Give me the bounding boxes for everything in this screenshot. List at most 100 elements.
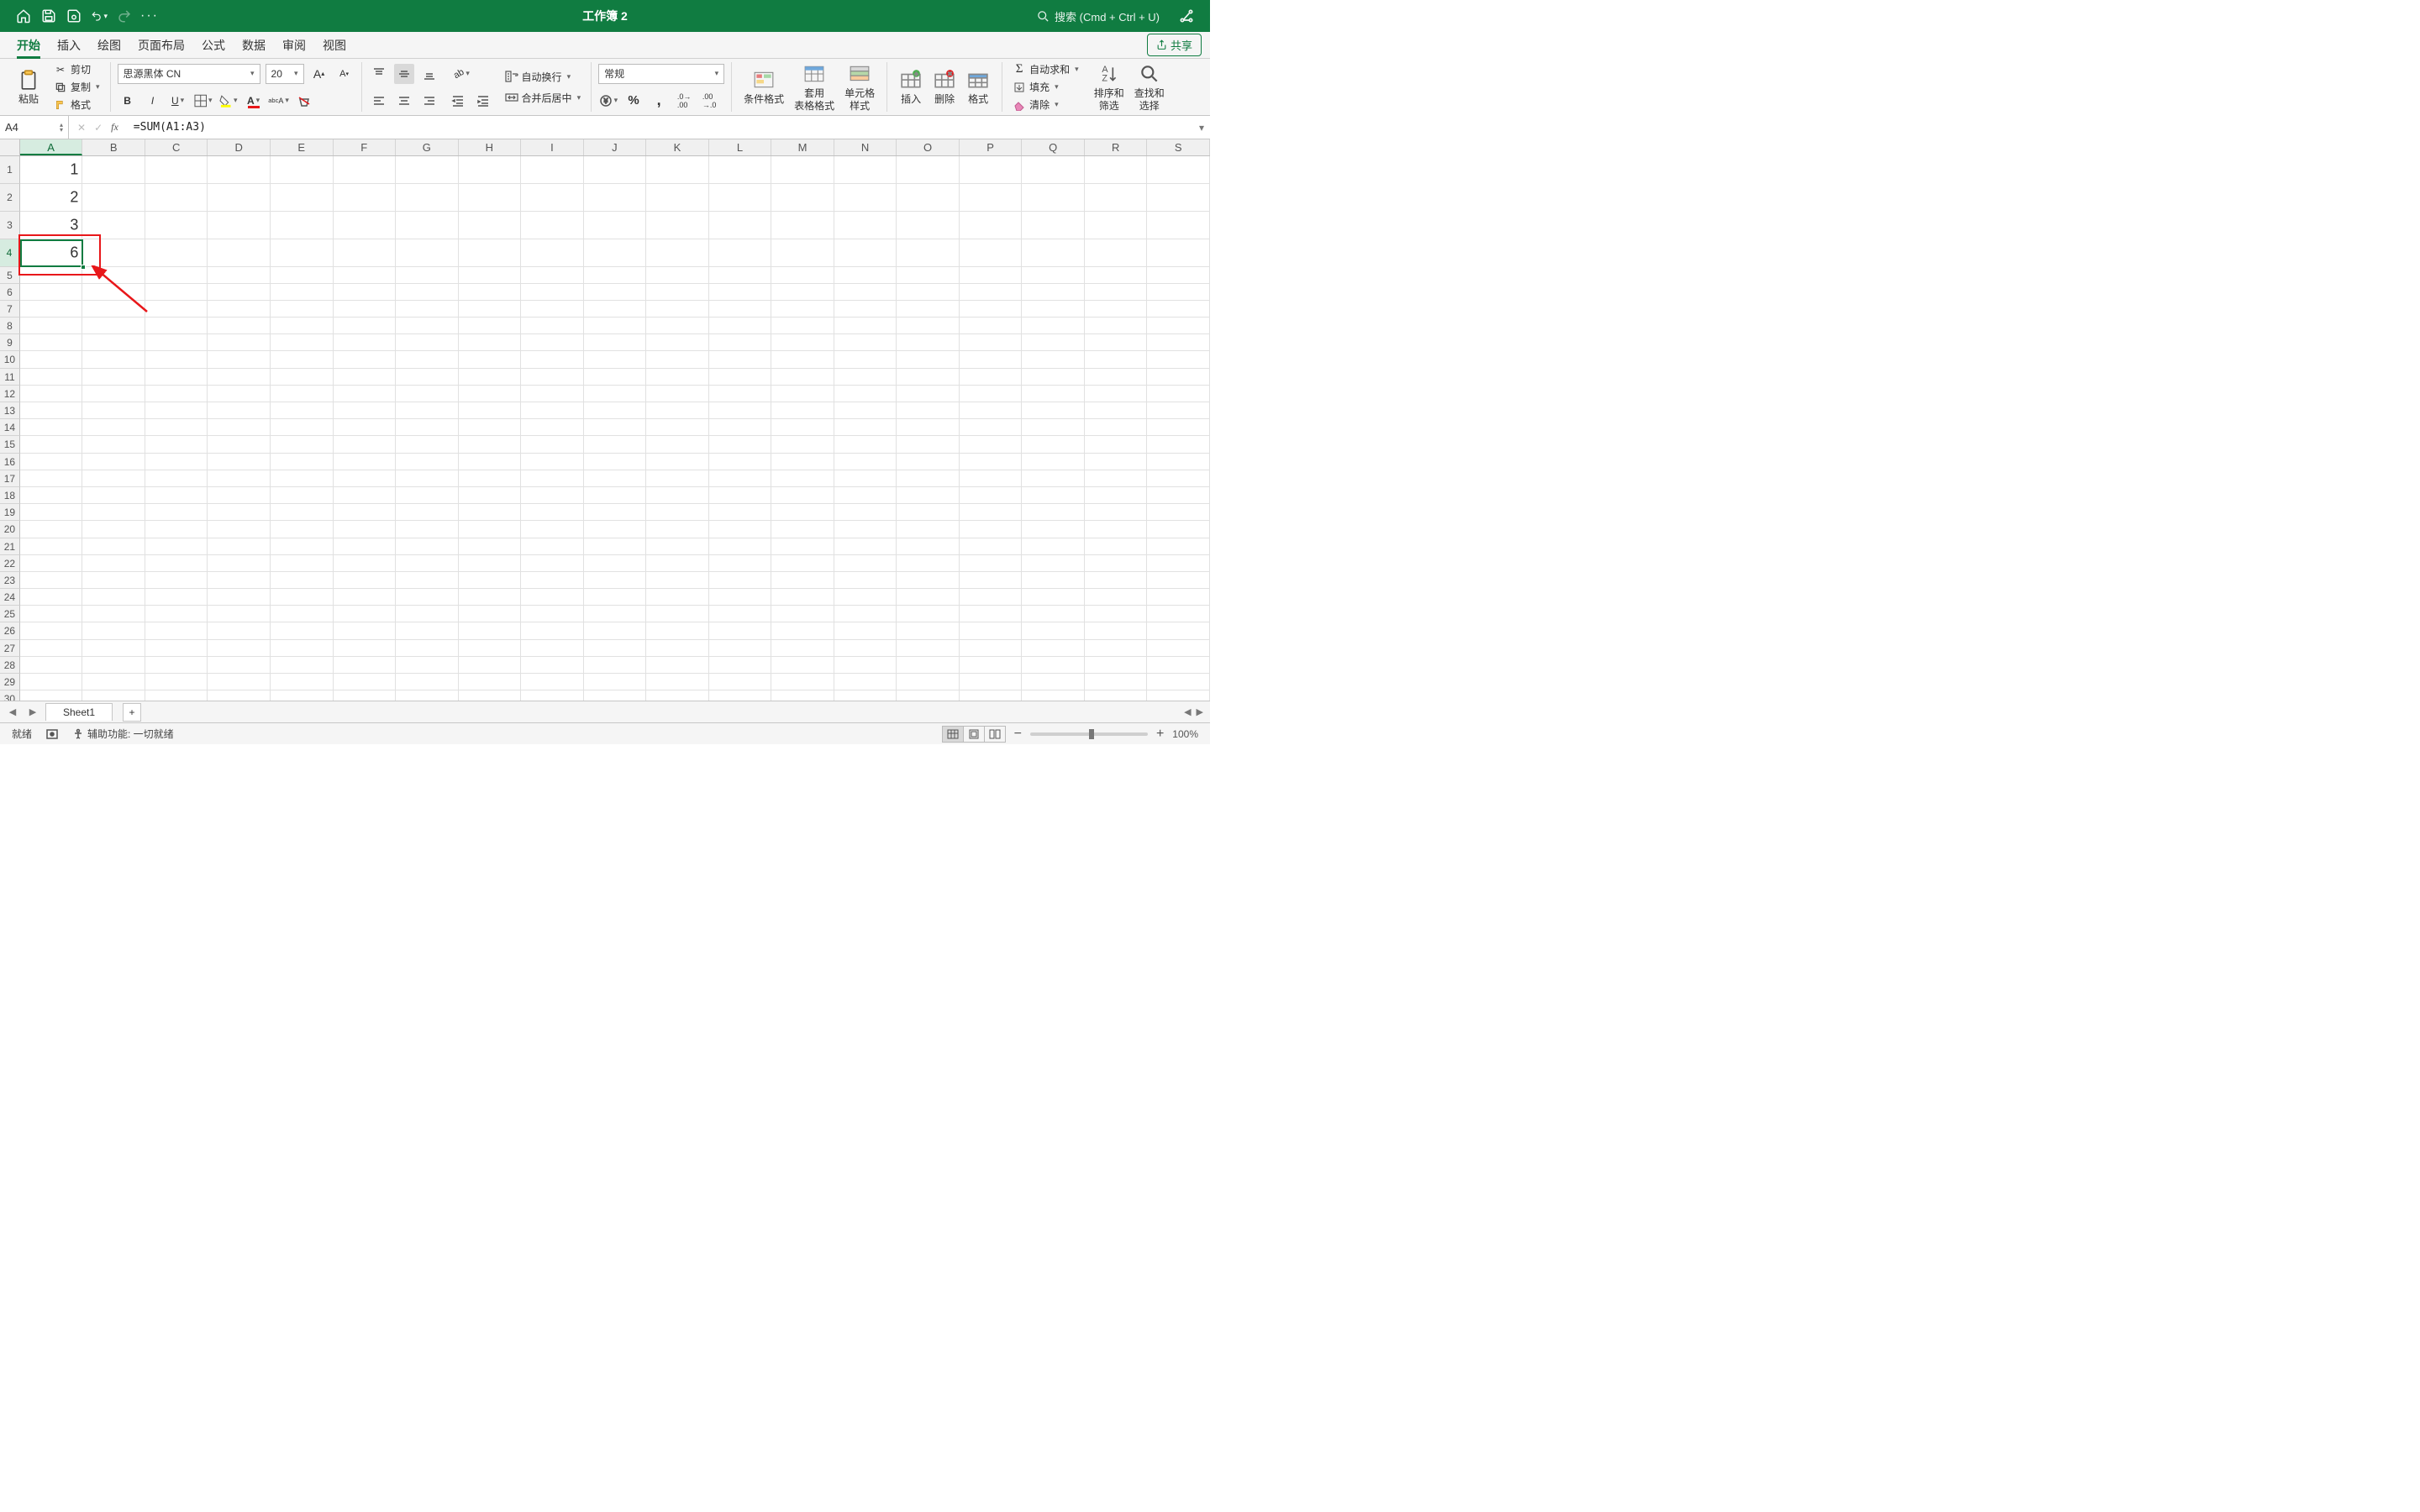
cell-R19[interactable] xyxy=(1085,504,1148,521)
cell-L10[interactable] xyxy=(709,351,772,368)
cell-D18[interactable] xyxy=(208,487,271,504)
cell-J13[interactable] xyxy=(584,402,647,419)
cell-C16[interactable] xyxy=(145,454,208,470)
cell-L7[interactable] xyxy=(709,301,772,318)
cell-E25[interactable] xyxy=(271,606,334,622)
autosave-icon[interactable] xyxy=(66,8,82,24)
cell-L8[interactable] xyxy=(709,318,772,334)
cell-A17[interactable] xyxy=(20,470,83,487)
cell-J14[interactable] xyxy=(584,419,647,436)
cell-F8[interactable] xyxy=(334,318,397,334)
cell-A18[interactable] xyxy=(20,487,83,504)
cell-I18[interactable] xyxy=(521,487,584,504)
cell-Q1[interactable] xyxy=(1022,156,1085,184)
cell-R28[interactable] xyxy=(1085,657,1148,674)
cell-O18[interactable] xyxy=(897,487,960,504)
underline-button[interactable]: U▾ xyxy=(168,91,188,111)
cell-J26[interactable] xyxy=(584,622,647,639)
cell-A24[interactable] xyxy=(20,589,83,606)
cell-O15[interactable] xyxy=(897,436,960,453)
cell-N25[interactable] xyxy=(834,606,897,622)
cell-M18[interactable] xyxy=(771,487,834,504)
cell-C25[interactable] xyxy=(145,606,208,622)
font-color-button[interactable]: A▾ xyxy=(244,91,264,111)
cell-N13[interactable] xyxy=(834,402,897,419)
cell-O11[interactable] xyxy=(897,369,960,386)
cell-F5[interactable] xyxy=(334,267,397,284)
cell-A8[interactable] xyxy=(20,318,83,334)
cell-C21[interactable] xyxy=(145,538,208,555)
cell-K27[interactable] xyxy=(646,640,709,657)
cell-C15[interactable] xyxy=(145,436,208,453)
cell-D29[interactable] xyxy=(208,674,271,690)
cell-H10[interactable] xyxy=(459,351,522,368)
formula-input[interactable]: =SUM(A1:A3) xyxy=(127,121,1193,134)
cell-L21[interactable] xyxy=(709,538,772,555)
cell-L17[interactable] xyxy=(709,470,772,487)
namebox-spinner[interactable]: ▴▾ xyxy=(60,123,63,133)
cell-E29[interactable] xyxy=(271,674,334,690)
comma-button[interactable]: , xyxy=(649,91,669,111)
wrap-text-button[interactable]: 自动换行▾ xyxy=(502,70,585,84)
cell-M19[interactable] xyxy=(771,504,834,521)
cell-N10[interactable] xyxy=(834,351,897,368)
cell-J19[interactable] xyxy=(584,504,647,521)
cell-Q16[interactable] xyxy=(1022,454,1085,470)
cell-G14[interactable] xyxy=(396,419,459,436)
cell-F4[interactable] xyxy=(334,239,397,267)
cell-A21[interactable] xyxy=(20,538,83,555)
fill-handle[interactable] xyxy=(81,265,86,270)
cell-H2[interactable] xyxy=(459,184,522,212)
cell-P7[interactable] xyxy=(960,301,1023,318)
cell-D20[interactable] xyxy=(208,521,271,538)
increase-indent-button[interactable] xyxy=(473,91,493,111)
cell-D13[interactable] xyxy=(208,402,271,419)
cell-O17[interactable] xyxy=(897,470,960,487)
undo-icon[interactable]: ▾ xyxy=(91,8,108,24)
view-normal[interactable] xyxy=(942,726,964,743)
cell-E5[interactable] xyxy=(271,267,334,284)
cell-M22[interactable] xyxy=(771,555,834,572)
more-icon[interactable]: ··· xyxy=(141,8,158,24)
cell-R12[interactable] xyxy=(1085,386,1148,402)
cell-N20[interactable] xyxy=(834,521,897,538)
cell-L6[interactable] xyxy=(709,284,772,301)
cell-H16[interactable] xyxy=(459,454,522,470)
cell-B2[interactable] xyxy=(82,184,145,212)
cell-I16[interactable] xyxy=(521,454,584,470)
name-box[interactable]: A4 ▴▾ xyxy=(0,116,69,139)
cell-O5[interactable] xyxy=(897,267,960,284)
cell-L12[interactable] xyxy=(709,386,772,402)
cell-C26[interactable] xyxy=(145,622,208,639)
cell-C7[interactable] xyxy=(145,301,208,318)
row-header-14[interactable]: 14 xyxy=(0,419,20,436)
cell-I4[interactable] xyxy=(521,239,584,267)
cell-A6[interactable] xyxy=(20,284,83,301)
cell-R25[interactable] xyxy=(1085,606,1148,622)
cell-Q29[interactable] xyxy=(1022,674,1085,690)
cell-R20[interactable] xyxy=(1085,521,1148,538)
cell-E14[interactable] xyxy=(271,419,334,436)
cell-J17[interactable] xyxy=(584,470,647,487)
cell-L27[interactable] xyxy=(709,640,772,657)
cell-Q17[interactable] xyxy=(1022,470,1085,487)
cell-N8[interactable] xyxy=(834,318,897,334)
col-header-O[interactable]: O xyxy=(897,139,960,155)
cell-R22[interactable] xyxy=(1085,555,1148,572)
cell-C20[interactable] xyxy=(145,521,208,538)
cell-N27[interactable] xyxy=(834,640,897,657)
cell-R10[interactable] xyxy=(1085,351,1148,368)
cell-P26[interactable] xyxy=(960,622,1023,639)
cell-I29[interactable] xyxy=(521,674,584,690)
cell-I21[interactable] xyxy=(521,538,584,555)
cell-P18[interactable] xyxy=(960,487,1023,504)
cell-I25[interactable] xyxy=(521,606,584,622)
cell-L19[interactable] xyxy=(709,504,772,521)
cell-C5[interactable] xyxy=(145,267,208,284)
cell-P16[interactable] xyxy=(960,454,1023,470)
cell-H22[interactable] xyxy=(459,555,522,572)
cell-R9[interactable] xyxy=(1085,334,1148,351)
cell-F19[interactable] xyxy=(334,504,397,521)
cell-K20[interactable] xyxy=(646,521,709,538)
cell-K3[interactable] xyxy=(646,212,709,239)
